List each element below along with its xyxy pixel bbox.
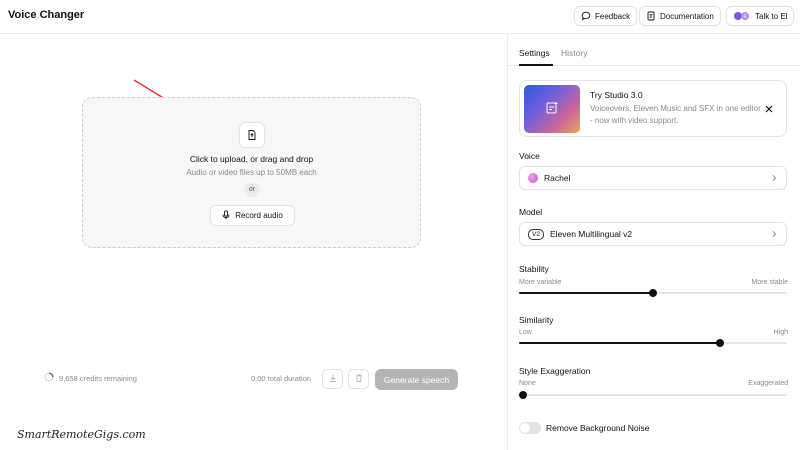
feedback-button[interactable]: Feedback bbox=[574, 6, 638, 26]
model-select[interactable]: V2 Eleven Multilingual v2 bbox=[519, 222, 787, 246]
chevron-right-icon bbox=[770, 174, 778, 184]
feedback-label: Feedback bbox=[595, 11, 631, 21]
credits-indicator: 9,658 credits remaining bbox=[44, 372, 137, 384]
voice-avatar-icon bbox=[528, 173, 538, 183]
upload-file-icon bbox=[239, 122, 265, 148]
stability-slider-fill bbox=[519, 292, 653, 294]
studio-promo-card[interactable]: Try Studio 3.0 Voiceovers, Eleven Music … bbox=[519, 80, 787, 137]
microphone-icon bbox=[222, 209, 230, 222]
similarity-slider-fill bbox=[519, 342, 720, 344]
credits-progress-icon bbox=[44, 372, 54, 384]
promo-description: Voiceovers, Eleven Music and SFX in one … bbox=[590, 104, 761, 125]
model-version-badge: V2 bbox=[528, 228, 544, 240]
promo-title: Try Studio 3.0 bbox=[590, 90, 643, 100]
similarity-label: Similarity bbox=[519, 315, 554, 325]
total-duration: 0:00 total duration bbox=[251, 374, 312, 383]
voice-label: Voice bbox=[519, 151, 540, 161]
top-bar: Voice Changer Feedback Documentation E T… bbox=[0, 0, 800, 34]
delete-button[interactable] bbox=[348, 369, 369, 389]
trash-icon bbox=[354, 373, 364, 385]
or-divider: or bbox=[244, 183, 260, 197]
stability-max-label: More stable bbox=[751, 279, 788, 286]
style-max-label: Exaggerated bbox=[748, 380, 788, 387]
upload-dropzone[interactable]: Click to upload, or drag and drop Audio … bbox=[82, 97, 421, 248]
documentation-button[interactable]: Documentation bbox=[639, 6, 721, 26]
credits-text: 9,658 credits remaining bbox=[59, 373, 137, 383]
pane-divider bbox=[507, 34, 508, 450]
page-title: Voice Changer bbox=[8, 9, 85, 21]
voice-select[interactable]: Rachel bbox=[519, 166, 787, 190]
upload-subtitle: Audio or video files up to 50MB each bbox=[186, 168, 317, 177]
chevron-right-icon bbox=[770, 230, 778, 240]
style-exaggeration-label: Style Exaggeration bbox=[519, 366, 591, 376]
stability-slider[interactable] bbox=[519, 289, 787, 297]
talk-label: Talk to El bbox=[755, 11, 788, 21]
style-slider-thumb[interactable] bbox=[519, 391, 527, 399]
tab-settings[interactable]: Settings bbox=[519, 48, 550, 58]
model-label: Model bbox=[519, 207, 543, 217]
el-avatar-icon: E bbox=[733, 11, 751, 21]
record-audio-label: Record audio bbox=[235, 211, 283, 220]
active-tab-indicator bbox=[519, 64, 553, 66]
upload-title: Click to upload, or drag and drop bbox=[189, 154, 314, 164]
voice-value: Rachel bbox=[544, 173, 571, 183]
watermark: SmartRemoteGigs.com bbox=[17, 428, 146, 441]
document-icon bbox=[646, 11, 656, 21]
generate-speech-button[interactable]: Generate speech bbox=[375, 369, 458, 390]
similarity-min-label: Low bbox=[519, 329, 532, 336]
talk-to-el-button[interactable]: E Talk to El bbox=[726, 6, 795, 26]
remove-noise-toggle[interactable] bbox=[519, 422, 541, 434]
stability-slider-thumb[interactable] bbox=[649, 289, 657, 297]
download-icon bbox=[328, 373, 338, 385]
model-value: Eleven Multilingual v2 bbox=[549, 229, 633, 239]
close-icon[interactable] bbox=[762, 102, 776, 116]
style-min-label: None bbox=[519, 380, 536, 387]
similarity-slider[interactable] bbox=[519, 339, 787, 347]
similarity-slider-thumb[interactable] bbox=[716, 339, 724, 347]
record-audio-button[interactable]: Record audio bbox=[210, 205, 295, 226]
style-exaggeration-slider[interactable] bbox=[519, 391, 787, 399]
remove-noise-label: Remove Background Noise bbox=[546, 423, 650, 433]
toggle-knob bbox=[520, 423, 530, 433]
studio-add-icon bbox=[545, 101, 559, 117]
studio-thumbnail bbox=[524, 85, 580, 133]
stability-label: Stability bbox=[519, 264, 549, 274]
documentation-label: Documentation bbox=[660, 11, 714, 21]
download-button[interactable] bbox=[322, 369, 343, 389]
stability-min-label: More variable bbox=[519, 279, 562, 286]
chat-bubble-icon bbox=[581, 11, 591, 21]
tab-history[interactable]: History bbox=[561, 48, 587, 58]
similarity-max-label: High bbox=[773, 329, 788, 336]
